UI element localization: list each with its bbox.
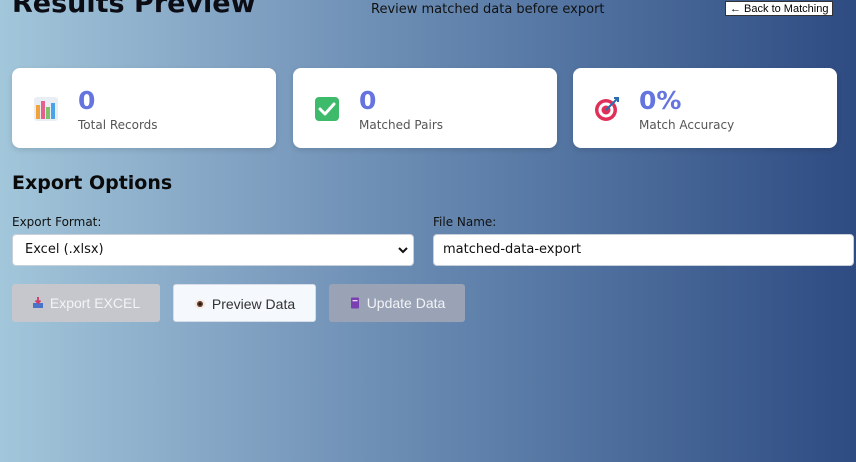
inbox-tray-icon — [32, 297, 43, 308]
preview-data-label: Preview Data — [211, 296, 296, 312]
total-records-label: Total Records — [78, 118, 158, 132]
preview-data-button[interactable]: Preview Data — [173, 284, 316, 322]
file-name-input[interactable]: matched-data-export — [433, 234, 854, 266]
matched-pairs-label: Matched Pairs — [359, 118, 443, 132]
notebook-icon — [350, 297, 359, 309]
page-title: Results Preview — [12, 0, 256, 19]
stat-card-match-accuracy: 0% Match Accuracy — [573, 68, 837, 148]
match-accuracy-label: Match Accuracy — [639, 118, 735, 132]
page-subtitle: Review matched data before export — [371, 2, 605, 17]
export-excel-label: Export EXCEL — [49, 295, 141, 311]
file-name-label: File Name: — [433, 215, 497, 229]
export-format-label: Export Format: — [12, 215, 102, 229]
chevron-down-icon — [398, 247, 408, 254]
export-format-value: Excel (.xlsx) — [25, 242, 104, 257]
match-accuracy-value: 0% — [639, 86, 682, 115]
target-icon — [595, 97, 619, 121]
update-data-label: Update Data — [366, 295, 446, 311]
export-options-heading: Export Options — [12, 172, 173, 194]
export-format-select[interactable]: Excel (.xlsx) — [12, 234, 414, 266]
check-mark-icon — [315, 97, 339, 121]
total-records-value: 0 — [78, 86, 96, 115]
back-to-matching-button[interactable]: ← Back to Matching — [725, 1, 834, 16]
matched-pairs-value: 0 — [359, 86, 377, 115]
stat-card-total-records: 0 Total Records — [12, 68, 276, 148]
export-excel-button[interactable]: Export EXCEL — [12, 284, 160, 322]
stat-card-matched-pairs: 0 Matched Pairs — [293, 68, 557, 148]
update-data-button[interactable]: Update Data — [329, 284, 465, 322]
bar-chart-icon — [34, 97, 58, 121]
eye-icon — [194, 299, 206, 309]
